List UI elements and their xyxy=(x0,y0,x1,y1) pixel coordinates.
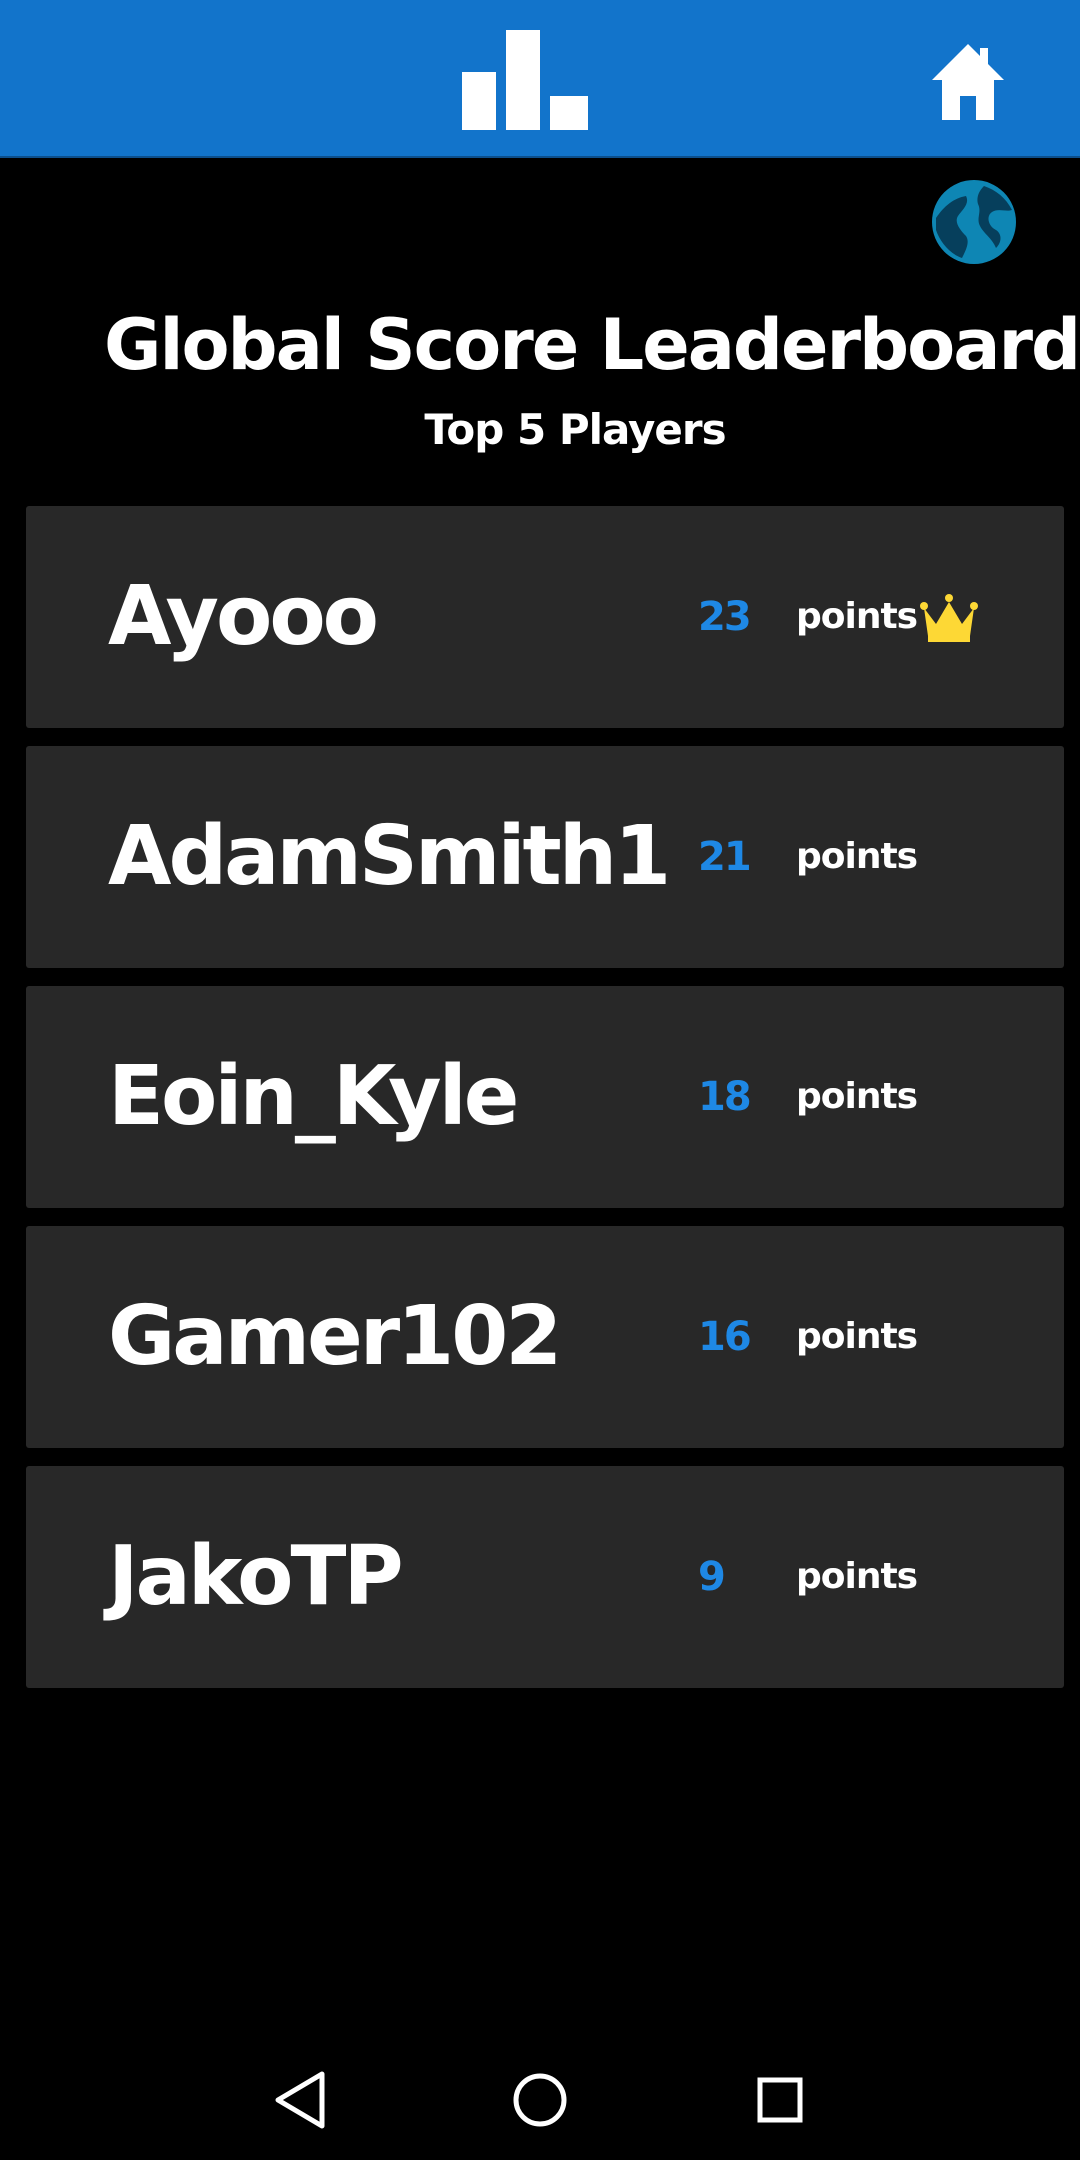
player-name: JakoTP xyxy=(108,1529,404,1624)
leaderboard-row: Eoin_Kyle 18 points xyxy=(26,986,1064,1208)
recents-square-icon[interactable] xyxy=(740,2060,820,2140)
player-name: Eoin_Kyle xyxy=(108,1049,519,1144)
system-nav-bar xyxy=(0,2040,1080,2160)
leaderboard-row: Ayooo 23 points xyxy=(26,506,1064,728)
points-label: points xyxy=(796,596,918,637)
player-score: 18 xyxy=(698,1074,752,1120)
player-name: Ayooo xyxy=(108,569,379,664)
player-score: 21 xyxy=(698,834,752,880)
points-label: points xyxy=(796,1556,918,1597)
player-name: Gamer102 xyxy=(108,1289,562,1384)
player-score: 16 xyxy=(698,1314,752,1360)
leaderboard-list: Ayooo 23 points AdamSmith1 21 points Eoi… xyxy=(26,506,1064,1706)
leaderboard-icon xyxy=(462,30,588,130)
player-score: 9 xyxy=(698,1554,726,1600)
points-label: points xyxy=(796,836,918,877)
player-score: 23 xyxy=(698,594,752,640)
leaderboard-row: JakoTP 9 points xyxy=(26,1466,1064,1688)
crown-icon xyxy=(920,594,978,642)
points-label: points xyxy=(796,1076,918,1117)
page-title: Global Score Leaderboard xyxy=(104,304,1080,386)
points-label: points xyxy=(796,1316,918,1357)
globe-icon[interactable] xyxy=(926,178,1022,266)
back-triangle-icon[interactable] xyxy=(260,2060,340,2140)
app-bar xyxy=(0,0,1080,158)
player-name: AdamSmith1 xyxy=(108,809,671,904)
page-subtitle: Top 5 Players xyxy=(424,405,726,454)
leaderboard-row: Gamer102 16 points xyxy=(26,1226,1064,1448)
leaderboard-row: AdamSmith1 21 points xyxy=(26,746,1064,968)
home-icon[interactable] xyxy=(930,42,1006,122)
home-circle-icon[interactable] xyxy=(500,2060,580,2140)
